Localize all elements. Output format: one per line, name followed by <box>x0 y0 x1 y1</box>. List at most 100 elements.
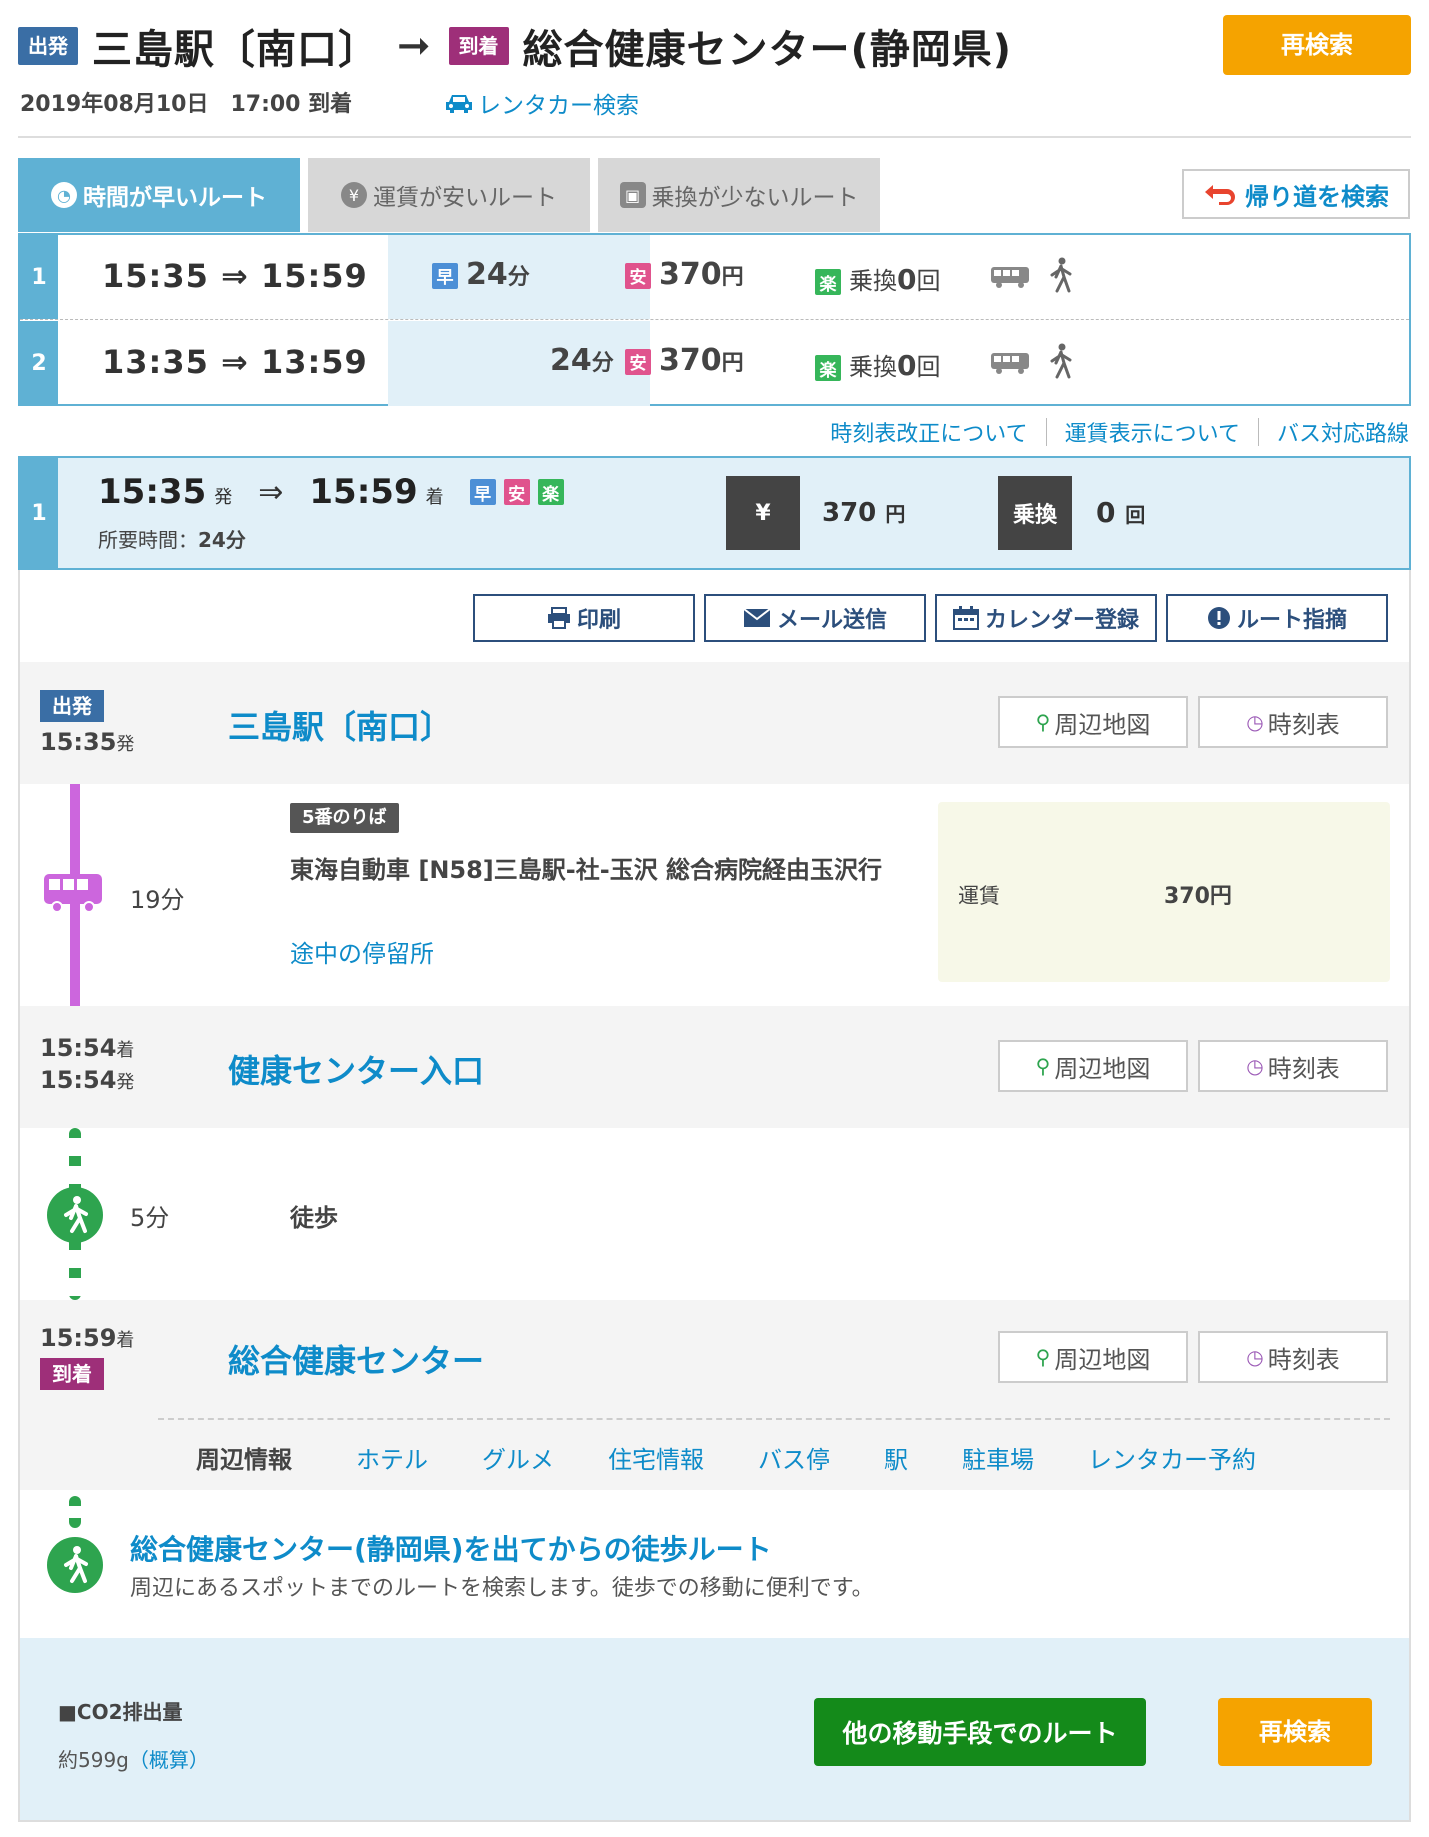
nearby-map-button[interactable]: ⚲ 周辺地図 <box>998 696 1188 748</box>
train-icon: ▣ <box>619 182 646 208</box>
fare-display-link[interactable]: 運賃表示について <box>1065 416 1240 448</box>
nearby-bus-stop-link[interactable]: バス停 <box>758 1440 830 1475</box>
nearby-parking-link[interactable]: 駐車場 <box>962 1440 1034 1475</box>
route-number: 2 <box>20 321 58 406</box>
co2-value: 約599g（概算） <box>58 1748 209 1772</box>
bus-segment-icon <box>44 874 102 913</box>
intermediate-stops-link[interactable]: 途中の停留所 <box>290 934 434 969</box>
alert-icon <box>1207 607 1230 629</box>
fare-box: 運賃 370円 <box>938 802 1390 982</box>
fast-badge-icon: 早 <box>469 479 496 505</box>
yen-icon: ¥ <box>726 476 800 550</box>
map-pin-icon: ⚲ <box>1035 710 1051 734</box>
nearby-gourmet-link[interactable]: グルメ <box>482 1440 554 1475</box>
stop-arrival-time: 15:54着 <box>40 1034 135 1062</box>
arrival-tag: 到着 <box>40 1358 104 1390</box>
route-summary-list: 1 15:35 ⇒ 15:59 早 24分 安 370円 楽乗換0回 2 13:35… <box>18 233 1411 406</box>
bus-lines-link[interactable]: バス対応路線 <box>1277 416 1409 448</box>
cheap-badge-icon: 安 <box>503 479 530 505</box>
printer-icon <box>547 607 570 629</box>
stop-departure-time: 15:54発 <box>40 1066 135 1094</box>
other-transport-button[interactable]: 他の移動手段でのルート <box>814 1698 1146 1766</box>
cheap-badge-icon: 安 <box>625 262 651 289</box>
tab-fewest-transfers[interactable]: ▣ 乗換が少ないルート <box>598 158 880 232</box>
return-route-button[interactable]: 帰り道を検索 <box>1182 169 1410 219</box>
walk-route-link[interactable]: 総合健康センター(静岡県)を出てからの徒歩ルート <box>130 1528 772 1568</box>
detail-times: 15:35 発 ⇒ 15:59 着 早安楽 <box>98 472 572 512</box>
route-row-2[interactable]: 2 13:35 ⇒ 13:59 24分 安 370円 楽乗換0回 <box>20 321 1409 406</box>
transfer-label: 乗換 <box>998 476 1072 550</box>
research-button[interactable]: 再検索 <box>1223 15 1411 75</box>
bus-duration: 19分 <box>130 886 185 914</box>
detail-duration: 所要時間：24分 <box>98 528 246 552</box>
print-button[interactable]: 印刷 <box>473 594 695 642</box>
clock-icon: ◷ <box>1246 1345 1264 1369</box>
nearby-hotel-link[interactable]: ホテル <box>356 1440 428 1475</box>
walk-segment-icon <box>47 1187 103 1243</box>
tab-fastest[interactable]: ◔ 時間が早いルート <box>18 158 300 232</box>
map-pin-icon: ⚲ <box>1035 1054 1051 1078</box>
nearby-label: 周辺情報 <box>196 1446 292 1474</box>
detail-transfers: 0 回 <box>1096 496 1146 529</box>
detail-arr-time: 15:59 <box>309 472 418 512</box>
co2-label: ■CO2排出量 <box>58 1700 183 1724</box>
fast-badge-icon: 早 <box>432 262 458 289</box>
walk-duration: 5分 <box>130 1204 170 1232</box>
bus-icon <box>991 353 1029 374</box>
footer-research-button[interactable]: 再検索 <box>1218 1698 1372 1766</box>
walk-icon <box>1050 343 1072 379</box>
route-fare: 安 370円 <box>625 343 744 378</box>
report-route-button[interactable]: ルート指摘 <box>1166 594 1388 642</box>
walk-route-desc: 周辺にあるスポットまでのルートを検索します。徒歩での移動に便利です。 <box>130 1576 874 1601</box>
to-station: 総合健康センター(静岡県) <box>522 27 1013 73</box>
walk-route-icon <box>47 1537 103 1593</box>
route-transfers: 楽乗換0回 <box>815 261 940 296</box>
link-separator <box>1257 418 1259 446</box>
timetable-button[interactable]: ◷ 時刻表 <box>1198 1040 1388 1092</box>
departure-tag: 出発 <box>40 690 104 722</box>
yen-icon: ¥ <box>341 182 367 208</box>
search-datetime: 2019年08月10日 17:00 到着 <box>20 92 353 117</box>
calendar-button[interactable]: カレンダー登録 <box>935 594 1157 642</box>
route-row-1[interactable]: 1 15:35 ⇒ 15:59 早 24分 安 370円 楽乗換0回 <box>20 235 1409 320</box>
route-detail-summary: 1 15:35 発 ⇒ 15:59 着 早安楽 所要時間：24分 ¥ 370 円… <box>18 456 1411 570</box>
nearby-rental-car-link[interactable]: レンタカー予約 <box>1088 1440 1256 1475</box>
easy-badge-icon: 楽 <box>815 355 841 381</box>
nearby-info: 周辺情報 ホテル グルメ 住宅情報 バス停 駅 駐車場 レンタカー予約 <box>196 1440 1256 1475</box>
info-links: 時刻表改正について 運賃表示について バス対応路線 <box>830 416 1409 448</box>
nearby-map-button[interactable]: ⚲ 周辺地図 <box>998 1040 1188 1092</box>
mail-icon <box>743 608 771 627</box>
stop-time: 15:35発 <box>40 728 135 756</box>
stop-name-departure[interactable]: 三島駅〔南口〕 <box>228 702 452 748</box>
detail-dep-time: 15:35 <box>98 472 207 512</box>
nearby-map-button[interactable]: ⚲ 周辺地図 <box>998 1331 1188 1383</box>
timetable-button[interactable]: ◷ 時刻表 <box>1198 1331 1388 1383</box>
arrival-tag: 到着 <box>448 27 509 65</box>
bus-line-name: 東海自動車 [N58]三島駅-社-玉沢 総合病院経由玉沢行 <box>290 856 883 884</box>
rental-car-link[interactable]: レンタカー検索 <box>444 86 639 120</box>
departure-tag: 出発 <box>18 27 78 65</box>
tab-label: 時間が早いルート <box>83 185 267 211</box>
clock-icon: ◷ <box>1246 1054 1264 1078</box>
timetable-button[interactable]: ◷ 時刻表 <box>1198 696 1388 748</box>
route-fare: 安 370円 <box>625 257 744 292</box>
nearby-divider <box>158 1418 1390 1420</box>
nearby-housing-link[interactable]: 住宅情報 <box>608 1440 704 1475</box>
stop-name-transfer[interactable]: 健康センター入口 <box>228 1046 484 1092</box>
nearby-station-link[interactable]: 駅 <box>884 1440 908 1475</box>
email-button[interactable]: メール送信 <box>704 594 926 642</box>
route-duration: 早 24分 <box>432 257 530 292</box>
stop-name-arrival[interactable]: 総合健康センター <box>228 1336 484 1382</box>
clock-icon: ◔ <box>51 182 77 208</box>
calendar-icon <box>952 606 979 630</box>
from-station: 三島駅〔南口〕 <box>92 27 379 73</box>
rental-car-label: レンタカー検索 <box>478 93 639 119</box>
cheap-badge-icon: 安 <box>625 348 651 375</box>
easy-badge-icon: 楽 <box>815 269 841 295</box>
fare-label: 運賃 <box>958 884 1000 908</box>
route-time: 13:35 ⇒ 13:59 <box>102 343 368 381</box>
route-number: 1 <box>20 235 58 319</box>
tab-cheapest[interactable]: ¥ 運賃が安いルート <box>308 158 590 232</box>
arrow-right-icon: ➞ <box>397 23 431 69</box>
timetable-revision-link[interactable]: 時刻表改正について <box>830 416 1027 448</box>
